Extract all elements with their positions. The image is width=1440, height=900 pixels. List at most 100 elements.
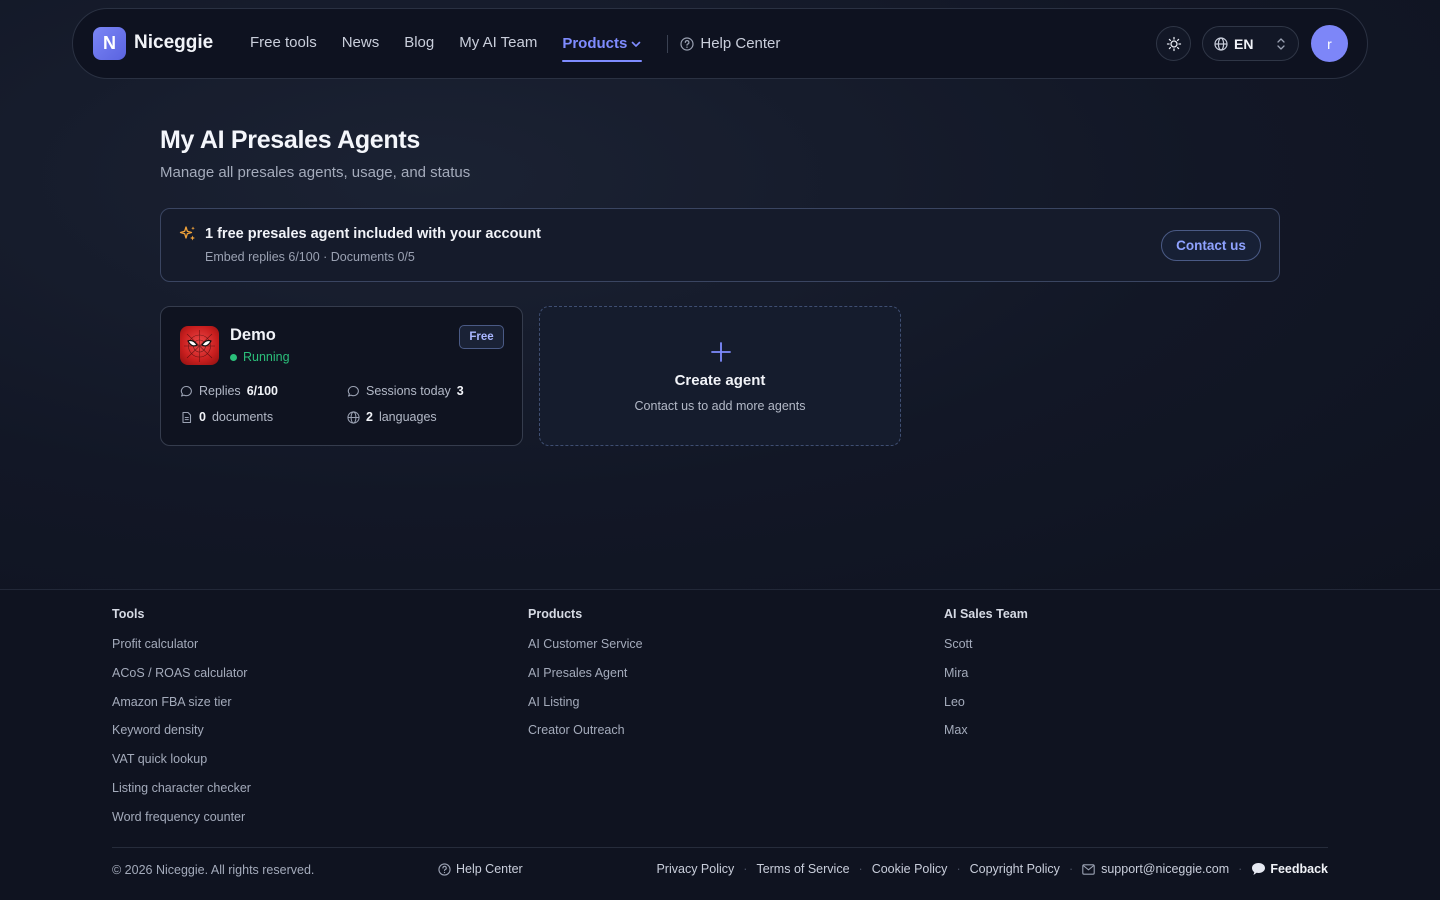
- documents-label: documents: [211, 410, 274, 424]
- replies-label: Replies: [199, 384, 241, 398]
- feedback-label: Feedback: [1270, 862, 1328, 876]
- footer-link[interactable]: AI Customer Service: [528, 637, 643, 666]
- sessions-stat: Sessions today 3: [347, 384, 464, 398]
- chat-bubble-icon: [180, 385, 192, 397]
- plus-icon: [711, 342, 731, 362]
- languages-label: languages: [378, 410, 437, 424]
- footer-link[interactable]: ACoS / ROAS calculator: [112, 666, 251, 695]
- page-title: My AI Presales Agents: [160, 126, 421, 154]
- footer-col-tools: Tools Profit calculator ACoS / ROAS calc…: [112, 607, 251, 839]
- sessions-label: Sessions today: [366, 384, 451, 398]
- agent-avatar: [180, 326, 219, 365]
- footer-link[interactable]: Leo: [944, 695, 1028, 724]
- footer-link[interactable]: Creator Outreach: [528, 723, 643, 752]
- footer-link[interactable]: Keyword density: [112, 723, 251, 752]
- nav-products[interactable]: Products: [562, 34, 643, 62]
- logo-mark[interactable]: N: [93, 27, 126, 60]
- create-agent-title: Create agent: [674, 372, 766, 389]
- footer-link[interactable]: Max: [944, 723, 1028, 752]
- nav-help-center[interactable]: Help Center: [680, 34, 780, 53]
- nav-blog[interactable]: Blog: [404, 34, 434, 53]
- spider-mask-icon: [184, 330, 215, 362]
- copyright-policy-link[interactable]: Copyright Policy: [970, 862, 1060, 876]
- link-separator: ·: [1068, 862, 1074, 876]
- sessions-value: 3: [456, 384, 464, 398]
- brand-name[interactable]: Niceggie: [134, 32, 213, 54]
- footer-link[interactable]: Mira: [944, 666, 1028, 695]
- language-value: EN: [1234, 35, 1254, 52]
- terms-of-service-link[interactable]: Terms of Service: [756, 862, 849, 876]
- nav-my-ai-team[interactable]: My AI Team: [459, 34, 537, 53]
- agent-status-label: Running: [243, 350, 290, 364]
- link-separator: ·: [1238, 862, 1243, 876]
- footer-link[interactable]: Amazon FBA size tier: [112, 695, 251, 724]
- nav-divider: [667, 35, 669, 53]
- footer-divider: [112, 847, 1328, 848]
- speech-bubble-icon: [1252, 863, 1266, 875]
- copyright: © 2026 Niceggie. All rights reserved.: [112, 863, 315, 877]
- support-email-link[interactable]: support@niceggie.com: [1082, 862, 1229, 876]
- language-select[interactable]: EN: [1202, 26, 1299, 61]
- banner-usage: Embed replies 6/100 · Documents 0/5: [205, 250, 415, 264]
- languages-value: 2: [366, 410, 373, 424]
- mail-icon: [1082, 863, 1095, 875]
- agent-status: Running: [230, 350, 290, 364]
- nav-links: Free tools News Blog My AI Team Products…: [250, 34, 780, 62]
- document-icon: [182, 411, 192, 423]
- replies-stat: Replies 6/100: [180, 384, 278, 398]
- plan-badge: Free: [459, 325, 504, 349]
- theme-toggle-button[interactable]: [1156, 26, 1191, 61]
- footer-link[interactable]: AI Presales Agent: [528, 666, 643, 695]
- user-avatar[interactable]: r: [1311, 25, 1348, 62]
- footer-heading: Products: [528, 607, 583, 621]
- footer-link[interactable]: VAT quick lookup: [112, 752, 251, 781]
- documents-stat: 0 documents: [180, 410, 273, 424]
- documents-value: 0: [199, 410, 206, 424]
- footer-link[interactable]: Word frequency counter: [112, 810, 251, 839]
- footer-col-ai-sales-team: AI Sales Team Scott Mira Leo Max: [944, 607, 1028, 752]
- page-background: [0, 0, 1440, 590]
- agent-card[interactable]: Demo Running Free Replies 6/100 Sessions…: [160, 306, 523, 446]
- create-agent-subtitle: Contact us to add more agents: [634, 399, 806, 413]
- link-separator: ·: [858, 862, 863, 876]
- footer-help-center[interactable]: Help Center: [438, 862, 523, 876]
- footer-legal-links: Privacy Policy · Terms of Service · Cook…: [656, 862, 1328, 876]
- privacy-policy-link[interactable]: Privacy Policy: [656, 862, 734, 876]
- support-email: support@niceggie.com: [1101, 862, 1230, 876]
- page-subtitle: Manage all presales agents, usage, and s…: [160, 164, 471, 181]
- globe-icon: [347, 410, 360, 424]
- nav-free-tools[interactable]: Free tools: [250, 34, 317, 53]
- link-separator: ·: [956, 862, 961, 876]
- chevron-down-icon: [632, 41, 641, 47]
- chat-bubble-icon: [347, 385, 359, 397]
- footer-heading: Tools: [112, 607, 145, 621]
- free-agent-banner: 1 free presales agent included with your…: [160, 208, 1280, 282]
- footer-link[interactable]: AI Listing: [528, 695, 643, 724]
- languages-stat: 2 languages: [347, 410, 437, 424]
- nav-news[interactable]: News: [342, 34, 380, 53]
- top-navbar: N Niceggie Free tools News Blog My AI Te…: [72, 8, 1368, 79]
- footer-link[interactable]: Listing character checker: [112, 781, 251, 810]
- sun-icon: [1166, 36, 1181, 51]
- footer-col-products: Products AI Customer Service AI Presales…: [528, 607, 643, 752]
- banner-title: 1 free presales agent included with your…: [205, 226, 542, 242]
- feedback-button[interactable]: Feedback: [1251, 862, 1328, 876]
- footer: Tools Profit calculator ACoS / ROAS calc…: [0, 589, 1440, 900]
- help-circle-icon: [680, 36, 694, 51]
- footer-help-label: Help Center: [456, 862, 523, 876]
- create-agent-card[interactable]: Create agent Contact us to add more agen…: [539, 306, 901, 446]
- replies-value: 6/100: [246, 384, 278, 398]
- footer-link[interactable]: Scott: [944, 637, 1028, 666]
- nav-products-label: Products: [562, 35, 628, 52]
- cookie-policy-link[interactable]: Cookie Policy: [872, 862, 948, 876]
- link-separator: ·: [743, 862, 748, 876]
- help-center-label: Help Center: [700, 35, 781, 52]
- contact-us-button[interactable]: Contact us: [1161, 230, 1261, 261]
- footer-heading: AI Sales Team: [944, 607, 1028, 621]
- footer-link[interactable]: Profit calculator: [112, 637, 251, 666]
- globe-icon: [1214, 36, 1228, 51]
- status-dot: [230, 353, 237, 361]
- help-circle-icon: [438, 862, 451, 876]
- agent-name: Demo: [230, 326, 276, 344]
- sparkles-icon: [179, 226, 195, 241]
